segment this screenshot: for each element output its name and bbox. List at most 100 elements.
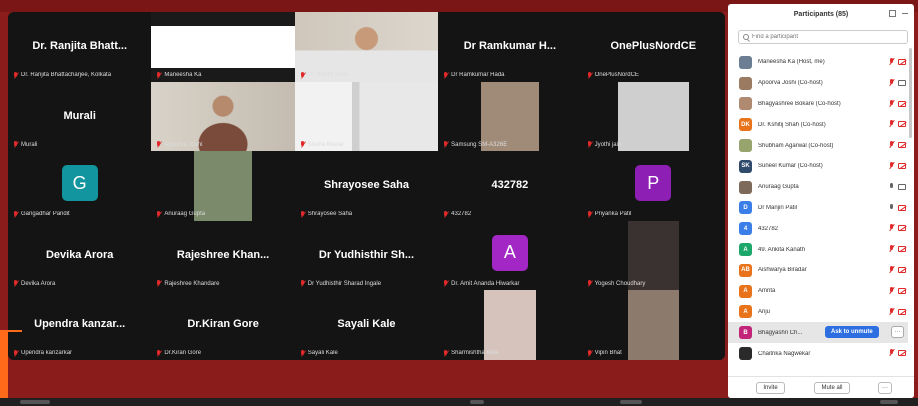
participant-row[interactable]: Anuraag Gupta	[728, 177, 908, 198]
tile-label-text: Priyanka Patil	[594, 211, 632, 218]
tile-label-text: Sayali Kale	[307, 350, 338, 357]
participant-tile[interactable]: OnePlusNordCE OnePlusNordCE	[581, 12, 725, 82]
tile-label-text: Sneha Bewar	[307, 141, 344, 148]
participant-list: Maneesha Ka (Host, me) Apoorva Joshi (Co-…	[728, 52, 908, 368]
participant-tile[interactable]: Sneha Bewar	[294, 81, 439, 152]
participant-avatar	[739, 55, 752, 69]
tile-label-text: Rajeshree Khandare	[164, 280, 220, 287]
participant-tile[interactable]: Anuraag Gupta	[151, 151, 295, 221]
muted-mic-icon	[300, 349, 305, 357]
tile-display-name: Dr. Ranjita Bhatt...	[32, 40, 128, 52]
participant-row[interactable]: A 49. Ankita Kanath	[728, 239, 908, 260]
muted-mic-icon	[889, 161, 894, 170]
tile-name-label: Upendra kanzarkar	[13, 349, 147, 357]
tile-avatar: G	[61, 165, 98, 202]
participant-tile[interactable]: Dr. Kshitij Shah	[294, 12, 439, 82]
participant-row[interactable]: SK Suneel Kumar (Co-host)	[728, 156, 908, 177]
tile-label-text: Dr Ramkumar Hada	[451, 72, 505, 79]
tile-display-name: Shrayosee Saha	[323, 179, 409, 192]
invite-button[interactable]: Invite	[756, 382, 785, 394]
taskbar-item	[20, 400, 50, 404]
participant-row[interactable]: DK Dr. Kshitij Shah (Co-host)	[728, 114, 908, 135]
participant-status-icons	[889, 78, 906, 87]
participant-row[interactable]: A Anju	[728, 302, 908, 323]
camera-off-icon	[898, 121, 906, 128]
participant-tile[interactable]: Samsung SM-A326E	[438, 81, 582, 152]
participant-tile[interactable]: A Dr. Amit Ananda Hiwarkar	[438, 220, 582, 291]
participant-tile[interactable]: G Gangadhar Pandit	[8, 151, 152, 221]
participant-status-icons	[889, 224, 906, 232]
participant-row[interactable]: 4 432782	[728, 218, 908, 239]
participant-row[interactable]: Shubham Agarwal (Co-host)	[728, 135, 908, 156]
participant-status-icons	[889, 141, 906, 149]
participant-more-button[interactable]: ···	[891, 326, 904, 339]
orange-accent-bar	[0, 330, 8, 400]
camera-off-icon	[898, 100, 906, 107]
participant-row[interactable]: D Dr Manjiri Patil	[728, 198, 908, 219]
taskbar-item	[470, 400, 484, 404]
tile-label-text: Samsung SM-A326E	[451, 141, 508, 148]
participant-tile[interactable]: Murali Murali	[8, 81, 152, 152]
participant-row[interactable]: A Amrita	[728, 281, 908, 302]
participant-tile[interactable]: Sharmishtha Bele	[438, 290, 582, 360]
muted-mic-icon	[300, 280, 305, 287]
participant-scrollbar[interactable]	[909, 48, 912, 138]
participant-tile[interactable]: Dr.Kiran Gore Dr.Kiran Gore	[151, 290, 295, 360]
tile-name-label: Dr Yudhisthir Sharad Ingale	[300, 280, 434, 287]
camera-icon	[898, 79, 906, 86]
participant-status-icons	[889, 307, 906, 316]
participant-name: Apoorva Joshi (Co-host)	[758, 80, 823, 87]
participant-search[interactable]	[738, 30, 908, 44]
muted-mic-icon	[300, 210, 305, 218]
participant-row[interactable]: Bhagyashree Bokare (Co-host)	[728, 94, 908, 115]
participant-tile[interactable]: Dr Yudhisthir Sh... Dr Yudhisthir Sharad …	[294, 220, 439, 291]
pop-out-icon[interactable]	[889, 10, 896, 17]
tile-name-label: Shrayosee Saha	[300, 210, 434, 218]
participant-tile[interactable]: Rajeshree Khan... Rajeshree Khandare	[151, 220, 295, 291]
tile-name-label: Anuraag Gupta	[156, 210, 290, 218]
tile-name-label: Dr. Amit Ananda Hiwarkar	[443, 280, 577, 287]
participant-tile[interactable]: Jyothi jain	[581, 81, 725, 152]
participant-row[interactable]: AB Aishwarya Biradar	[728, 260, 908, 281]
muted-mic-icon	[443, 210, 448, 218]
participant-tile[interactable]: Vipin Bhat	[581, 290, 725, 360]
participant-tile[interactable]: Apoorva Joshi	[151, 81, 295, 152]
muted-mic-icon	[889, 141, 894, 149]
tile-display-name: Dr.Kiran Gore	[187, 318, 259, 331]
tile-name-label: Gangadhar Pandit	[13, 210, 147, 218]
muted-mic-icon	[300, 141, 305, 148]
search-input[interactable]	[752, 34, 902, 40]
participant-tile[interactable]: Maneesha Ka	[151, 12, 295, 82]
participant-tile[interactable]: 432782 432782	[438, 151, 582, 221]
muted-mic-icon	[156, 210, 161, 218]
muted-mic-icon	[443, 141, 448, 148]
muted-mic-icon	[156, 349, 161, 357]
more-options-button[interactable]: ···	[878, 382, 892, 394]
participant-tile[interactable]: Dr. Ranjita Bhatt... Dr. Ranjita Bhattach…	[8, 12, 152, 82]
participant-row[interactable]: Apoorva Joshi (Co-host)	[728, 73, 908, 94]
tile-name-label: Dr. Kshitij Shah	[300, 71, 434, 79]
tile-name-label: Samsung SM-A326E	[443, 141, 577, 148]
muted-mic-icon	[889, 265, 894, 274]
tile-display-name: Rajeshree Khan...	[176, 248, 270, 261]
tile-display-name: Dr Yudhisthir Sh...	[318, 248, 415, 261]
tile-name-label: Vipin Bhat	[587, 349, 721, 357]
participant-row[interactable]: B Bhagyashri Ch... Ask to unmute ···	[728, 322, 908, 344]
participant-tile[interactable]: P Priyanka Patil	[581, 151, 725, 221]
minimize-icon[interactable]	[902, 13, 908, 14]
participant-row[interactable]: Chaitrika Nagwekar	[728, 343, 908, 364]
muted-mic-icon	[889, 307, 894, 316]
participant-avatar: A	[739, 243, 752, 257]
participant-tile[interactable]: Shrayosee Saha Shrayosee Saha	[294, 151, 439, 221]
participant-tile[interactable]: Sayali Kale Sayali Kale	[294, 290, 439, 360]
mute-all-button[interactable]: Mute all	[814, 382, 850, 394]
ask-to-unmute-button[interactable]: Ask to unmute	[825, 326, 879, 339]
participant-tile[interactable]: Upendra kanzar... Upendra kanzarkar	[8, 290, 152, 360]
participant-tile[interactable]: Devika Arora Devika Arora	[8, 220, 152, 291]
participant-row[interactable]: Maneesha Ka (Host, me)	[728, 52, 908, 73]
tile-label-text: Dr Yudhisthir Sharad Ingale	[307, 280, 382, 287]
muted-mic-icon	[889, 120, 894, 128]
muted-mic-icon	[443, 349, 448, 357]
participant-tile[interactable]: Yogesh Choudhary	[581, 220, 725, 291]
participant-tile[interactable]: Dr Ramkumar H... Dr Ramkumar Hada	[438, 12, 582, 82]
